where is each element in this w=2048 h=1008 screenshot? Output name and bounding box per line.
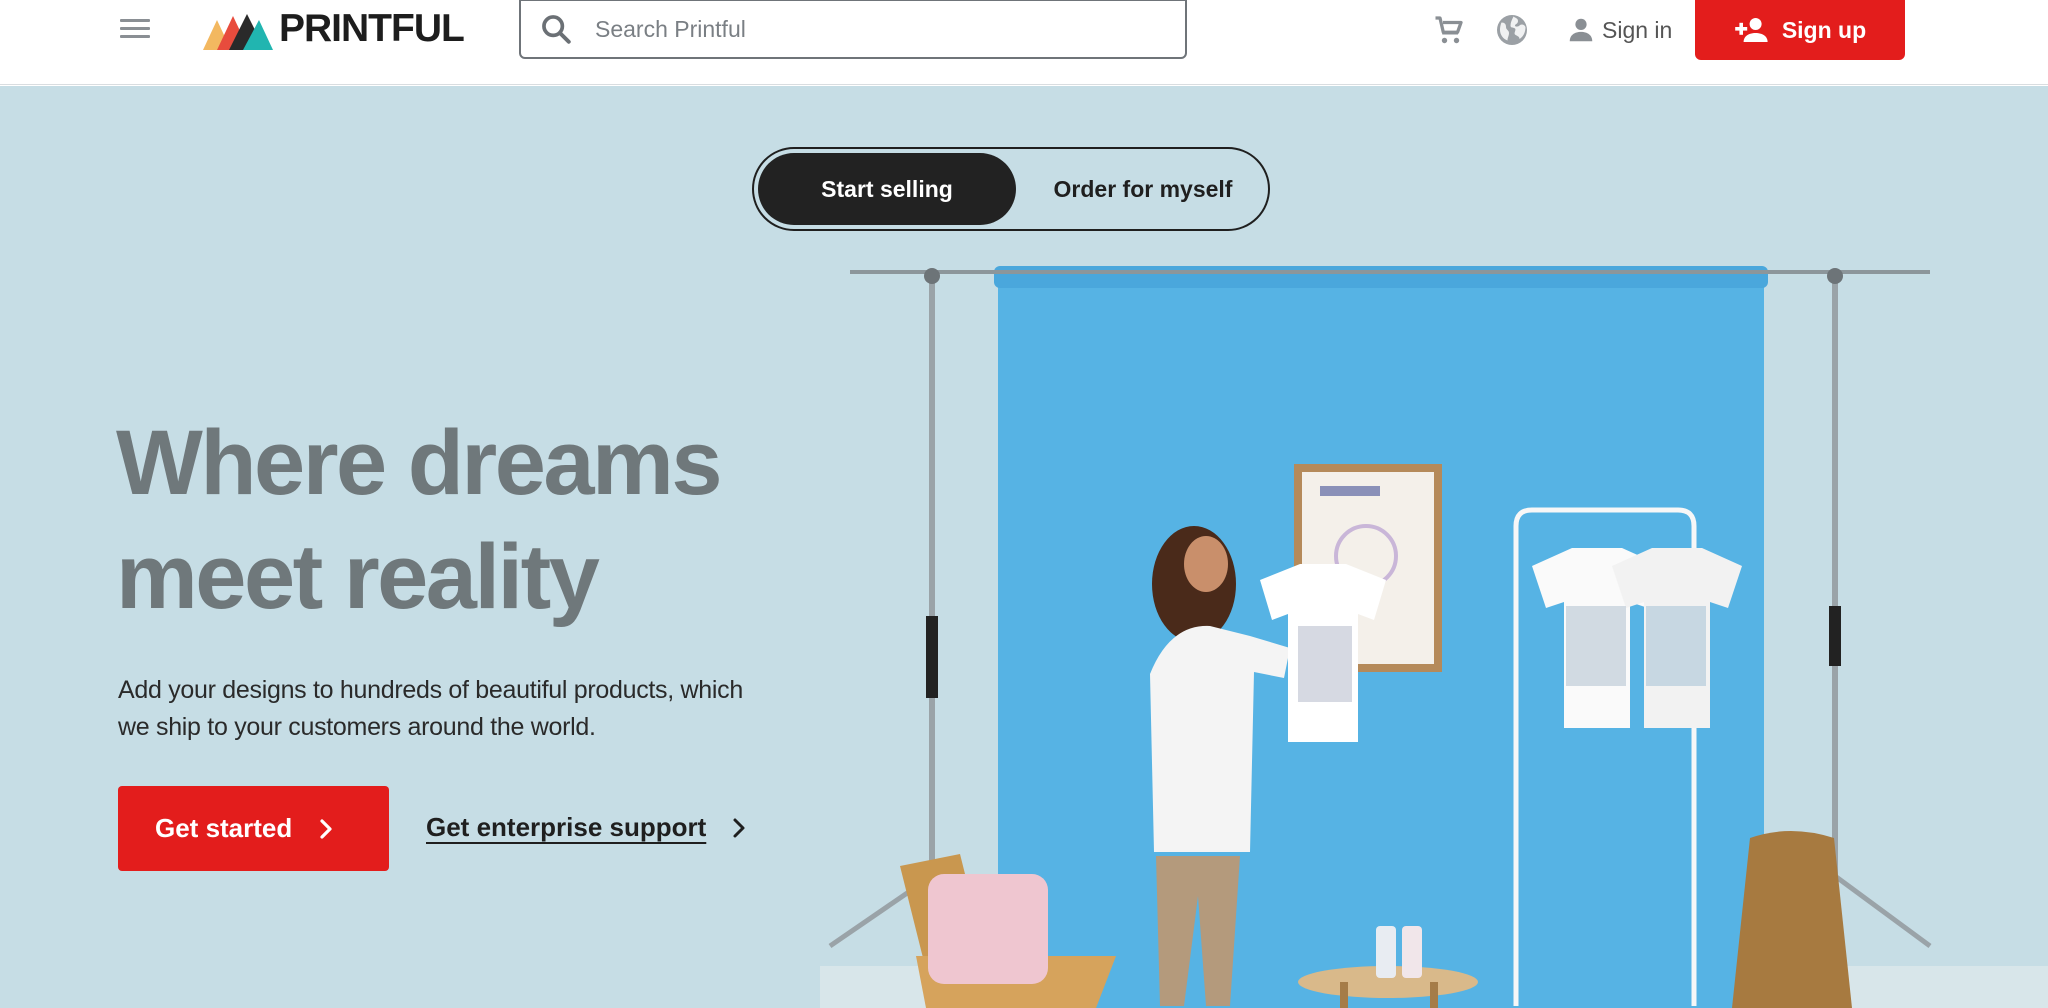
search-input[interactable] [595,15,1155,43]
search-icon [542,15,571,44]
search-box[interactable] [519,0,1187,59]
person-icon [1569,18,1593,42]
chevron-right-icon [320,818,332,839]
enterprise-support-link[interactable]: Get enterprise support [426,812,746,843]
headline-line-2: meet reality [116,526,600,628]
add-person-icon [1735,18,1768,42]
headline-line-1: Where dreams [116,412,723,514]
printful-logo[interactable]: PRINTFUL [203,6,465,52]
signin-link[interactable]: Sign in [1566,12,1672,48]
signup-button[interactable]: Sign up [1695,0,1905,60]
get-started-button[interactable]: Get started [118,786,389,871]
get-started-label: Get started [155,813,293,843]
logo-text: PRINTFUL [279,7,465,50]
hero-subtext: Add your designs to hundreds of beautifu… [118,676,743,741]
site-header: PRINTFUL Sign in Sign up [0,0,2048,85]
signin-label: Sign in [1602,16,1673,43]
menu-icon[interactable] [118,14,154,46]
hero-headline: Where dreams meet reality [116,406,796,634]
chevron-right-icon [733,818,745,837]
logo-mark-icon [203,14,273,50]
enterprise-support-label: Get enterprise support [426,812,707,842]
light-stand-right [1827,268,1932,974]
cart-icon[interactable] [1431,12,1467,48]
wicker-baskets [1732,831,1852,1008]
hero-section: Start selling Order for myself Where dre… [0,86,2048,1008]
signup-label: Sign up [1781,16,1867,43]
globe-icon[interactable] [1494,12,1530,48]
hero-photo [820,266,2048,1008]
